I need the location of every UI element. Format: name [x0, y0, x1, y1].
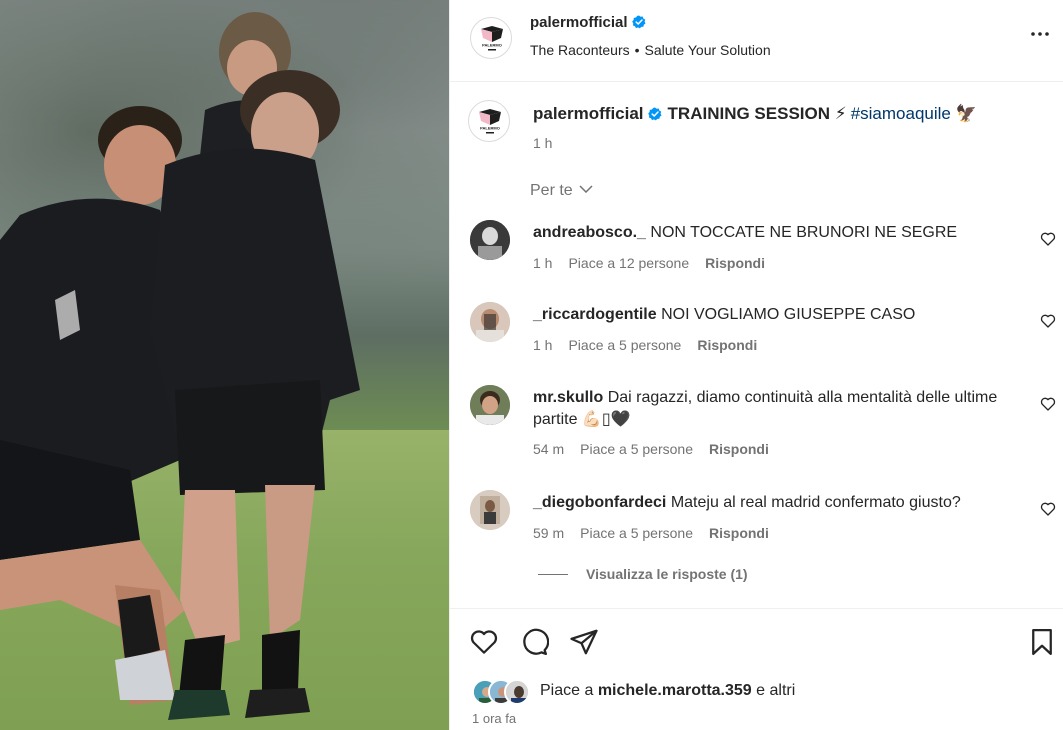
header-username[interactable]: palermofficial — [530, 14, 646, 31]
post-media[interactable] — [0, 0, 449, 730]
comment-time[interactable]: 54 m — [533, 441, 564, 457]
commenter-avatar[interactable] — [470, 490, 510, 530]
reply-button[interactable]: Rispondi — [709, 441, 769, 457]
player-front — [150, 70, 360, 720]
comment-text: NON TOCCATE NE BRUNORI NE SEGRE — [650, 224, 958, 241]
comment-meta: 54 m Piace a 5 persone Rispondi — [533, 441, 785, 457]
comment-sort-filter[interactable]: Per te — [530, 182, 593, 200]
post-actions: Piace a michele.marotta.359 e altri 1 or… — [450, 608, 1063, 730]
comment-sort-label[interactable]: Per te — [530, 182, 573, 199]
audio-artist[interactable]: The Raconteurs — [530, 42, 630, 58]
reply-button[interactable]: Rispondi — [697, 337, 757, 353]
comment-text: Mateju al real madrid confermato giusto? — [670, 494, 961, 511]
view-replies-button[interactable]: Visualizza le risposte (1) — [538, 566, 748, 582]
comment-body: andreabosco._ NON TOCCATE NE BRUNORI NE … — [533, 222, 1013, 244]
eagle-emoji-icon: 🦅 — [955, 104, 977, 123]
comment-likes[interactable]: Piace a 5 persone — [568, 337, 681, 353]
comment-text: NOI VOGLIAMO GIUSEPPE CASO — [661, 306, 916, 323]
comment-username[interactable]: mr.skullo — [533, 389, 603, 406]
bookmark-save-icon[interactable] — [1027, 627, 1057, 657]
heart-icon[interactable] — [1040, 313, 1056, 329]
comment-body: _diegobonfardeci Mateju al real madrid c… — [533, 492, 1013, 514]
caption-time[interactable]: 1 h — [533, 135, 552, 151]
player-left — [0, 106, 190, 705]
comment-username[interactable]: _diegobonfardeci — [533, 494, 666, 511]
like-heart-icon[interactable] — [469, 627, 499, 657]
palermo-logo-icon: PALERMO — [481, 26, 503, 51]
commenter-avatar[interactable] — [470, 302, 510, 342]
caption-title: TRAINING SESSION — [667, 104, 831, 123]
chevron-down-icon — [579, 185, 593, 193]
logo-text: PALERMO — [482, 43, 502, 48]
likes-prefix: Piace a — [540, 682, 594, 699]
replies-divider — [538, 574, 568, 575]
comment-likes[interactable]: Piace a 5 persone — [580, 525, 693, 541]
verified-badge-icon — [631, 15, 646, 29]
commenter-avatar[interactable] — [470, 385, 510, 425]
comment-time[interactable]: 1 h — [533, 255, 552, 271]
comment-likes[interactable]: Piace a 5 persone — [580, 441, 693, 457]
header-username-text[interactable]: palermofficial — [530, 14, 628, 31]
caption-username[interactable]: palermofficial — [533, 104, 644, 123]
likes-suffix[interactable]: e altri — [756, 682, 795, 699]
comment-time[interactable]: 1 h — [533, 337, 552, 353]
more-options-icon[interactable] — [1028, 22, 1052, 46]
verified-badge-icon — [647, 107, 662, 121]
comment-likes[interactable]: Piace a 12 persone — [568, 255, 689, 271]
palermo-logo-icon: PALERMO — [479, 109, 501, 134]
liker-avatar — [504, 679, 530, 705]
comment-body: _riccardogentile NOI VOGLIAMO GIUSEPPE C… — [533, 304, 1013, 326]
comment-body: mr.skullo Dai ragazzi, diamo continuità … — [533, 387, 1013, 431]
post-header: PALERMO palermofficial The Raconteurs • Sa… — [450, 0, 1063, 82]
caption-hashtag[interactable]: #siamoaquile — [851, 104, 951, 123]
comment-meta: 1 h Piace a 12 persone Rispondi — [533, 255, 781, 271]
players-illustration — [0, 12, 360, 720]
audio-separator: • — [634, 42, 640, 58]
likes-text[interactable]: Piace a michele.marotta.359 e altri — [540, 682, 795, 700]
reply-button[interactable]: Rispondi — [709, 525, 769, 541]
heart-icon[interactable] — [1040, 501, 1056, 517]
view-replies-label[interactable]: Visualizza le risposte (1) — [586, 566, 748, 582]
heart-icon[interactable] — [1040, 231, 1056, 247]
comment-meta: 1 h Piace a 5 persone Rispondi — [533, 337, 773, 353]
logo-text: PALERMO — [480, 126, 500, 131]
liker-username[interactable]: michele.marotta.359 — [598, 682, 752, 699]
comment-time[interactable]: 59 m — [533, 525, 564, 541]
share-send-icon[interactable] — [569, 627, 599, 657]
caption-avatar[interactable]: PALERMO — [468, 100, 510, 142]
comment-meta: 59 m Piace a 5 persone Rispondi — [533, 525, 785, 541]
audio-info[interactable]: The Raconteurs • Salute Your Solution — [530, 42, 771, 58]
post-timestamp[interactable]: 1 ora fa — [472, 711, 516, 726]
reply-button[interactable]: Rispondi — [705, 255, 765, 271]
comment-username[interactable]: andreabosco._ — [533, 224, 646, 241]
commenter-avatar[interactable] — [470, 220, 510, 260]
comment-bubble-icon[interactable] — [519, 627, 549, 657]
comment-username[interactable]: _riccardogentile — [533, 306, 657, 323]
caption-line: palermofficial TRAINING SESSION ⚡ #siamoaq… — [533, 104, 977, 124]
comment-emoji: 💪🏻▯🖤 — [581, 411, 631, 428]
heart-icon[interactable] — [1040, 396, 1056, 412]
post-panel: PALERMO palermofficial The Raconteurs • Sa… — [449, 0, 1063, 730]
lightning-emoji-icon: ⚡ — [834, 104, 847, 123]
audio-track[interactable]: Salute Your Solution — [645, 42, 771, 58]
account-avatar[interactable]: PALERMO — [470, 17, 512, 59]
